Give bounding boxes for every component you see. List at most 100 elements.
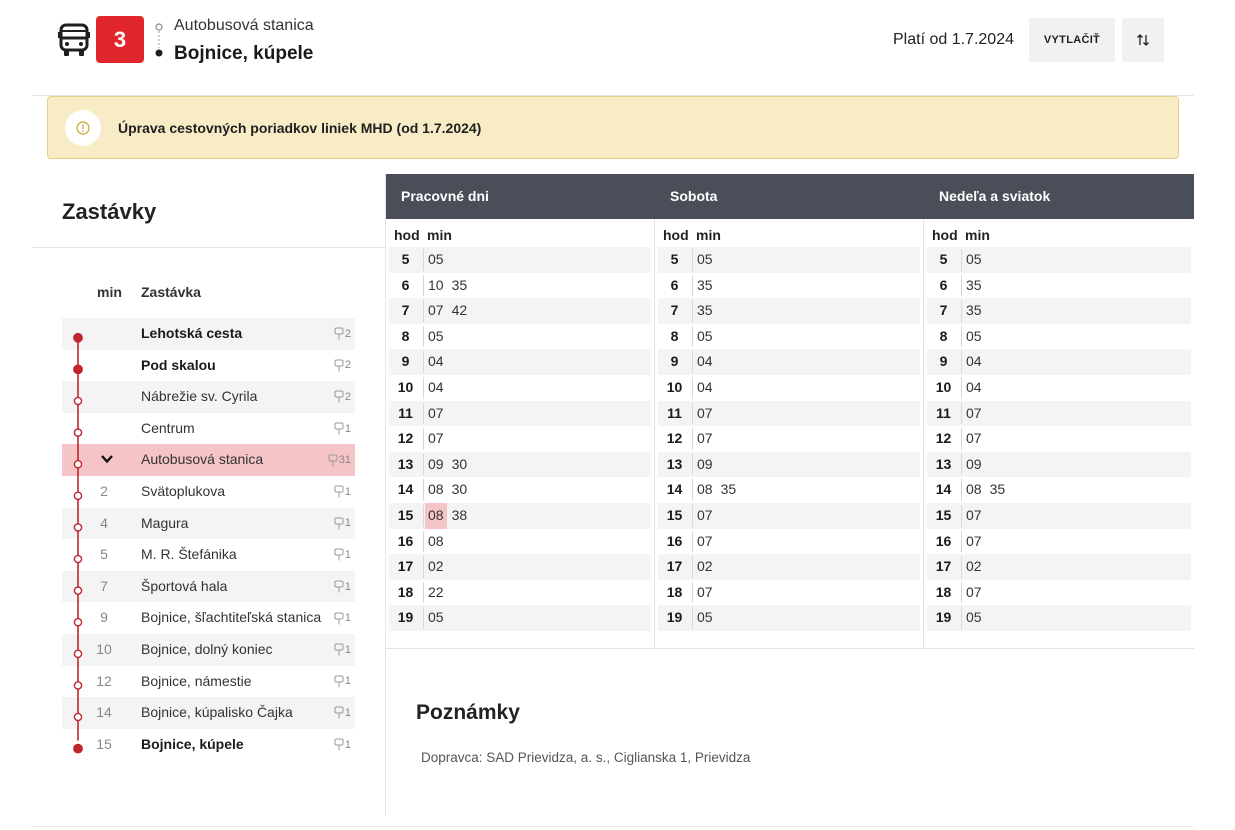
departure-minute[interactable]: 02 [694,554,716,580]
departure-hour: 7 [670,302,679,319]
stop-row[interactable]: Centrum 1 [62,413,355,445]
departure-minute[interactable]: 35 [718,477,740,503]
departure-minute[interactable]: 35 [449,273,471,299]
departure-minute[interactable]: 05 [963,247,985,273]
departure-hour: 5 [670,251,679,267]
timetable-row: 12 07 [389,426,651,452]
stop-row[interactable]: 15 Bojnice, kúpele 1 [62,729,355,761]
departure-minute[interactable]: 07 [963,580,985,606]
departure-minute[interactable]: 07 [694,426,716,452]
departure-minute[interactable]: 04 [963,375,985,401]
departure-minute[interactable]: 04 [963,349,985,375]
departure-minutes: 05 [425,605,449,631]
stop-row[interactable]: 14 Bojnice, kúpalisko Čajka 1 [62,697,355,729]
timetable-row: 9 04 [658,349,920,375]
departure-minute[interactable]: 07 [963,503,985,529]
footer-divider [32,826,1194,827]
departure-hour: 16 [666,532,683,549]
departure-minute-next[interactable]: 08 [425,502,447,529]
departure-minute[interactable]: 05 [425,605,447,631]
departure-minute[interactable]: 35 [694,273,716,299]
departure-minute[interactable]: 08 [694,477,716,503]
departure-minute[interactable]: 30 [449,452,471,478]
hour-separator [423,530,424,553]
departure-minute[interactable]: 02 [425,554,447,580]
departure-minute[interactable]: 07 [694,529,716,555]
column-divider [923,219,924,648]
departure-minute[interactable]: 35 [963,298,985,324]
departure-minutes: 04 [963,375,987,401]
departure-minute[interactable]: 10 [425,273,447,299]
hour-separator [423,376,424,399]
print-button[interactable]: VYTLAČIŤ [1029,18,1115,62]
departure-hour: 14 [935,481,952,498]
departure-minutes: 07 [963,529,987,555]
swap-direction-button[interactable] [1122,18,1164,62]
bus-stop-pole-icon [334,359,344,372]
departure-minute[interactable]: 04 [425,349,447,375]
timetable-row: 16 08 [389,529,651,555]
departure-minute[interactable]: 42 [449,298,471,324]
departure-minute[interactable]: 07 [963,401,985,427]
platform-number: 31 [338,454,351,467]
departure-minute[interactable]: 35 [694,298,716,324]
departure-minute[interactable]: 05 [425,247,447,273]
departure-minute[interactable]: 30 [449,477,471,503]
bus-stop-pole-icon [334,390,344,403]
departure-minute[interactable]: 05 [694,605,716,631]
stop-row[interactable]: 4 Magura 1 [62,507,355,540]
departure-minute[interactable]: 04 [694,375,716,401]
departure-minute[interactable]: 08 [963,477,985,503]
departure-minute[interactable]: 04 [694,349,716,375]
departure-minutes: 07 [694,426,718,452]
departure-minutes: 02 [694,554,718,580]
departure-minute[interactable]: 09 [694,452,716,478]
timetable-row: 17 02 [658,554,920,580]
departure-minute[interactable]: 07 [425,298,447,324]
departure-minute[interactable]: 07 [963,426,985,452]
departure-minute[interactable]: 09 [425,452,447,478]
departure-hour: 17 [397,558,414,575]
stop-row[interactable]: 9 Bojnice, šľachtiteľská stanica 1 [62,602,355,634]
stop-row[interactable]: 12 Bojnice, námestie 1 [62,666,355,698]
stop-platform: 2 [334,350,351,382]
stop-row-current[interactable]: Autobusová stanica 31 [62,444,355,476]
platform-number: 1 [344,517,351,530]
departure-minute[interactable]: 07 [425,401,447,427]
departure-minute[interactable]: 04 [425,375,447,401]
stop-row[interactable]: 5 M. R. Štefánika 1 [62,539,355,571]
departure-minute[interactable]: 22 [425,580,447,606]
timetable-row: 5 05 [658,247,920,273]
departure-hour: 10 [666,378,683,395]
departure-minute[interactable]: 07 [963,529,985,555]
departure-minute[interactable]: 05 [963,324,985,350]
departure-minute[interactable]: 07 [694,401,716,427]
departure-minute[interactable]: 05 [425,324,447,350]
departure-minute[interactable]: 08 [425,529,447,555]
stop-row[interactable]: Lehotská cesta 2 [62,318,355,350]
departure-minute[interactable]: 07 [425,426,447,452]
departure-minute[interactable]: 07 [694,580,716,606]
departure-minute[interactable]: 02 [963,554,985,580]
stop-row[interactable]: Pod skalou 2 [62,350,355,382]
stop-row[interactable]: 2 Svätoplukova 1 [62,476,355,508]
stop-row[interactable]: 10 Bojnice, dolný koniec 1 [62,633,355,666]
stop-row[interactable]: Nábrežie sv. Cyrila 2 [62,381,355,413]
departure-minute[interactable]: 05 [694,247,716,273]
departure-minute[interactable]: 09 [963,452,985,478]
minute-label: min [696,227,721,243]
service-notice[interactable]: Úprava cestovných poriadkov liniek MHD (… [47,96,1179,159]
timetable-row: 17 02 [927,554,1191,580]
stop-row[interactable]: 7 Športová hala 1 [62,570,355,603]
departure-minute[interactable]: 05 [963,605,985,631]
departure-minute[interactable]: 35 [987,477,1009,503]
departure-minute[interactable]: 35 [963,273,985,299]
platform-number: 2 [344,359,351,372]
bus-stop-pole-icon [334,517,344,530]
departure-minute[interactable]: 08 [425,477,447,503]
departure-minutes: 35 [694,298,718,324]
departure-minute[interactable]: 38 [449,503,471,529]
departure-minute[interactable]: 07 [694,503,716,529]
departure-minute[interactable]: 05 [694,324,716,350]
timetable-workdays: hod min 5 05 6 10 35 7 07 42 8 05 9 04 10 04 11 07 12 07 13 0… [389,223,651,631]
